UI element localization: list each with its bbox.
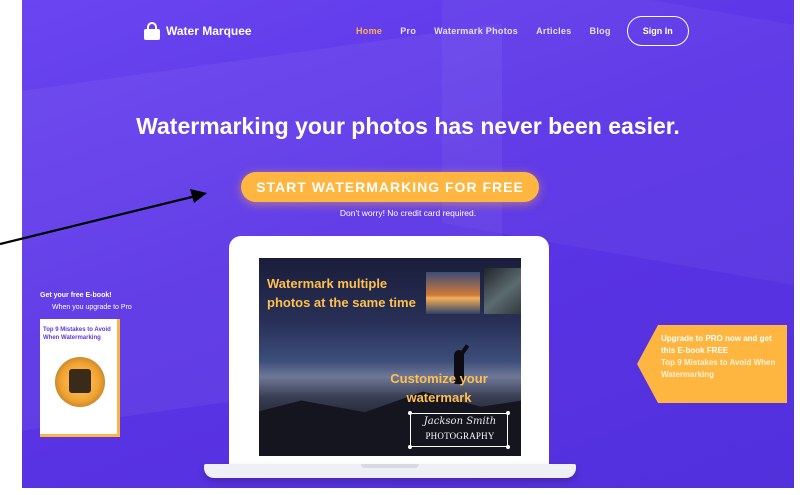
no-credit-card-note: Don't worry! No credit card required. [339, 208, 477, 218]
screen-customize-text: Customize your watermark [390, 371, 488, 405]
upgrade-banner[interactable]: Upgrade to PRO now and get this E-book F… [637, 325, 787, 403]
start-watermarking-button[interactable]: START WATERMARKING FOR FREE [241, 172, 539, 202]
page-headline: Watermarking your photos has never been … [136, 113, 680, 139]
screen-title: Watermark multiple photos at the same ti… [267, 276, 416, 310]
nav-articles[interactable]: Articles [536, 26, 571, 36]
site-logo[interactable]: Water Marquee [144, 22, 252, 40]
sign-in-button[interactable]: Sign In [626, 16, 689, 46]
ebook-subtitle: When you upgrade to Pro [52, 304, 132, 311]
laptop-base [204, 464, 576, 478]
ebook-cover-title: Top 9 Mistakes to Avoid When Watermarkin… [43, 327, 111, 341]
main-nav: Home Pro Watermark Photos Articles Blog … [356, 16, 689, 46]
hero-section: Water Marquee Home Pro Watermark Photos … [22, 0, 794, 488]
nav-home[interactable]: Home [356, 26, 382, 36]
watermark-box: Jackson Smith PHOTOGRAPHY [408, 411, 510, 449]
sunset-thumbnail [426, 272, 480, 314]
logo-text: Water Marquee [166, 24, 252, 38]
nav-blog[interactable]: Blog [590, 26, 611, 36]
camera-thumbnail [484, 268, 521, 314]
banner-upgrade-text: Upgrade to PRO now and get this E-book F… [661, 334, 772, 355]
laptop-mockup: Watermark multiple photos at the same ti… [229, 236, 549, 468]
ebook-cover[interactable]: Top 9 Mistakes to Avoid When Watermarkin… [40, 319, 120, 437]
banner-ebook-text: Top 9 Mistakes to Avoid When Watermarkin… [661, 358, 776, 379]
watermark-photography: PHOTOGRAPHY [425, 431, 495, 441]
laptop-screen: Watermark multiple photos at the same ti… [259, 258, 521, 456]
ebook-title: Get your free E-book! [40, 292, 112, 299]
watermark-name: Jackson Smith [423, 416, 497, 427]
nav-watermark-photos[interactable]: Watermark Photos [434, 26, 518, 36]
ebook-illustration [55, 357, 105, 407]
lock-icon [144, 22, 160, 40]
nav-pro[interactable]: Pro [400, 26, 416, 36]
